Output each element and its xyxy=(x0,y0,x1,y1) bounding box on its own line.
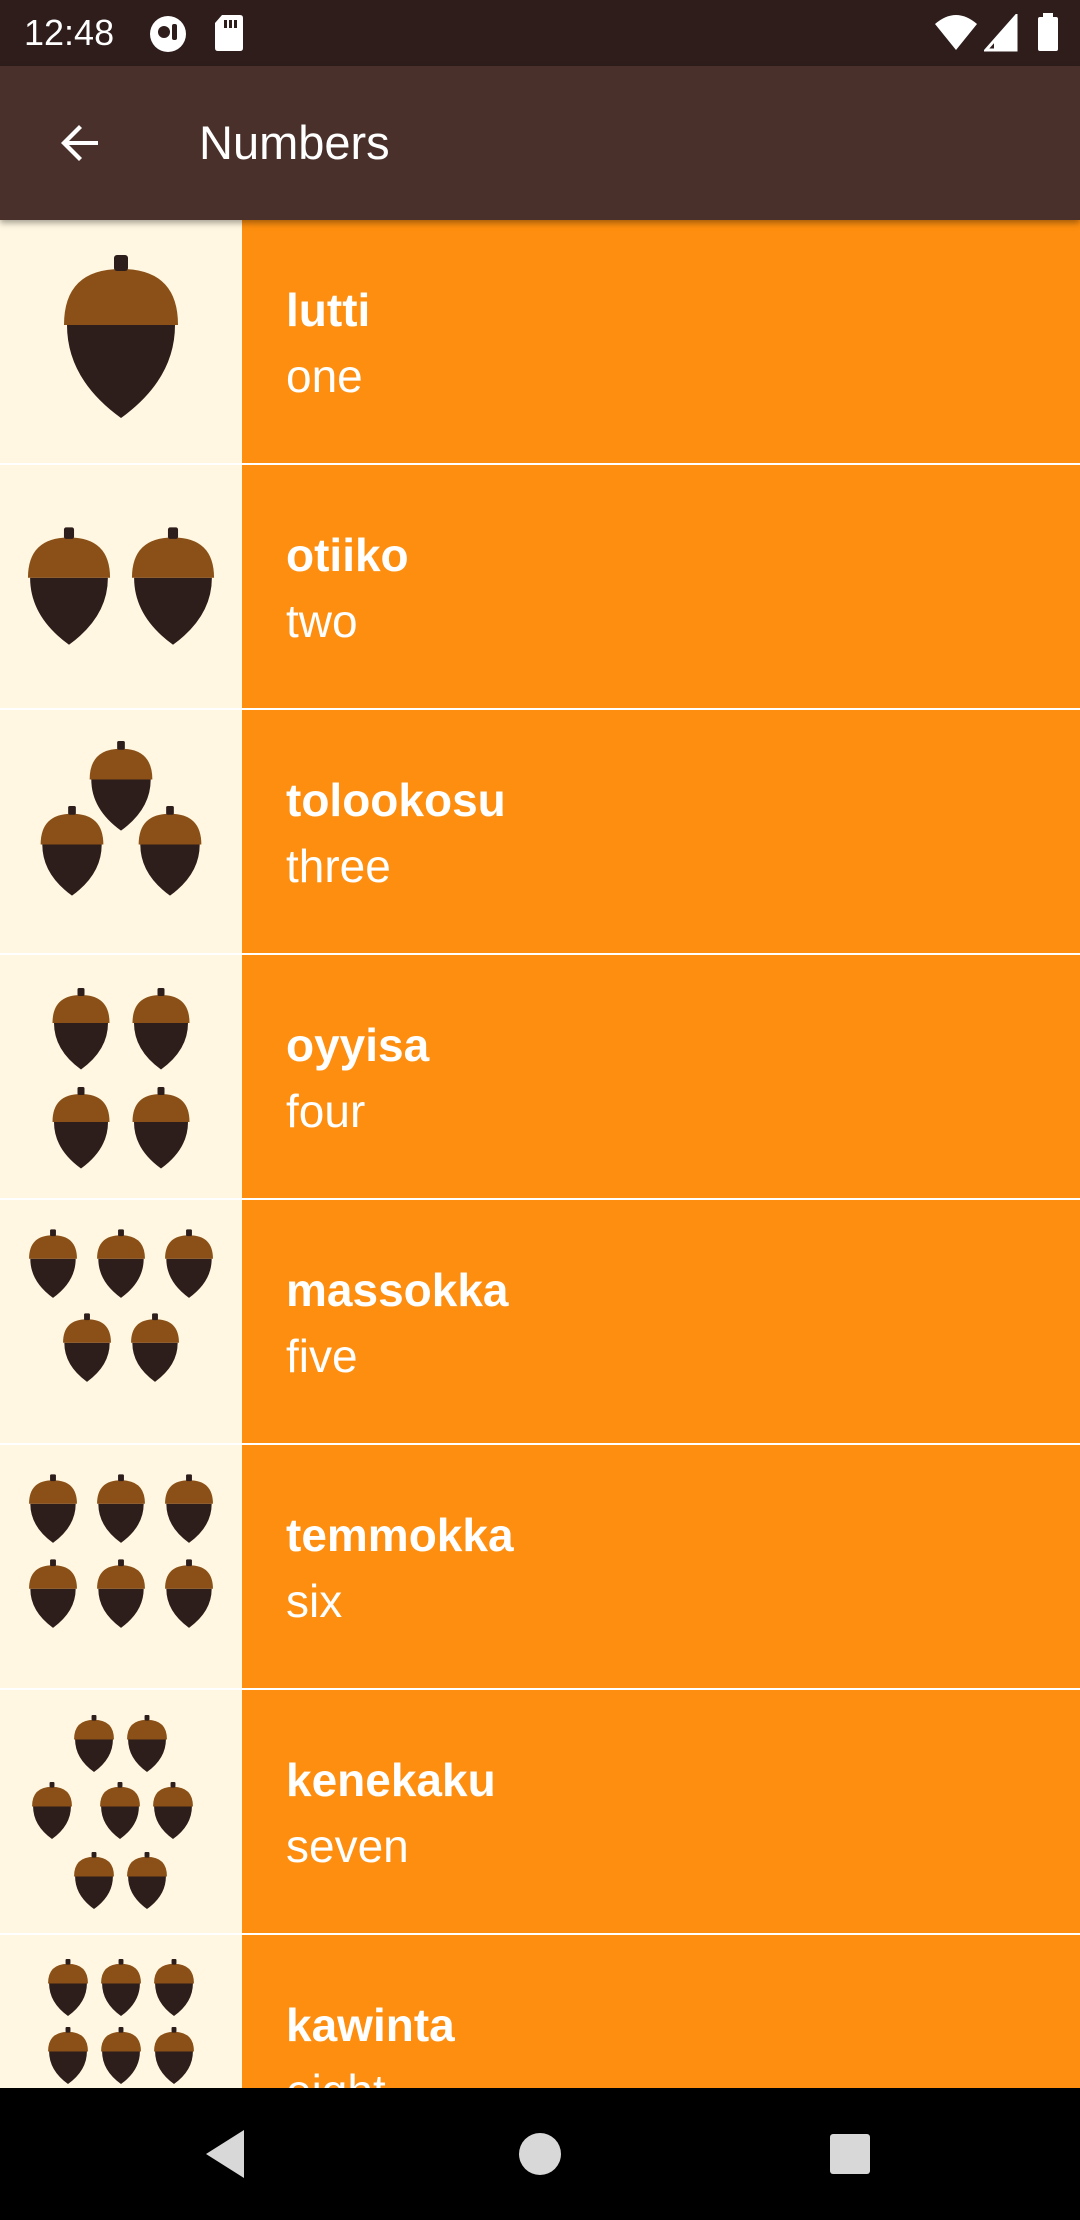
acorn-shape xyxy=(153,1782,193,1840)
acorn-shape xyxy=(63,1313,111,1382)
acorn-shape xyxy=(101,2027,141,2085)
acorn-shape xyxy=(101,1959,141,2017)
miwok-word: kenekaku xyxy=(286,1754,496,1806)
acorn-shape xyxy=(40,806,104,896)
acorn-shape xyxy=(127,1715,167,1773)
acorn-thumbnail xyxy=(0,465,242,708)
english-word: seven xyxy=(286,1820,409,1872)
app-bar: Numbers xyxy=(0,66,1080,220)
list-item-text: temmokka six xyxy=(242,1445,1080,1688)
list-item-text: kawinta eight xyxy=(242,1935,1080,2088)
photo-app-icon xyxy=(150,16,186,52)
acorn-shape xyxy=(138,806,202,896)
wifi-icon xyxy=(935,15,977,50)
list-item[interactable]: otiiko two xyxy=(0,465,1080,708)
arrow-back-icon xyxy=(61,125,98,161)
english-word: five xyxy=(286,1330,358,1382)
acorn-icon xyxy=(52,988,190,1169)
list-item[interactable]: tolookosu three xyxy=(0,710,1080,953)
acorn-shape xyxy=(89,741,153,831)
acorn-icon xyxy=(29,1474,213,1628)
sd-card-icon xyxy=(215,15,243,51)
acorn-thumbnail xyxy=(0,1445,242,1688)
list-item-text: kenekaku seven xyxy=(242,1690,1080,1933)
list-item-text: oyyisa four xyxy=(242,955,1080,1198)
status-time: 12:48 xyxy=(24,12,115,53)
acorn-shape xyxy=(165,1474,213,1543)
acorn-shape xyxy=(132,988,190,1070)
miwok-word: oyyisa xyxy=(286,1019,430,1071)
home-circle-icon[interactable] xyxy=(510,2124,570,2184)
acorn-icon xyxy=(32,1715,193,1910)
miwok-word: tolookosu xyxy=(286,774,506,826)
acorn-thumbnail xyxy=(0,220,242,463)
acorn-shape xyxy=(165,1559,213,1628)
acorn-thumbnail xyxy=(0,1200,242,1443)
recents-square-icon[interactable] xyxy=(820,2124,880,2184)
english-word: six xyxy=(286,1575,343,1627)
back-button[interactable] xyxy=(40,103,120,183)
acorn-shape xyxy=(74,1852,114,1910)
acorn-thumbnail xyxy=(0,955,242,1198)
list-item[interactable]: kenekaku seven xyxy=(0,1690,1080,1933)
miwok-word: temmokka xyxy=(286,1509,514,1561)
english-word: four xyxy=(286,1085,366,1137)
acorn-icon xyxy=(29,1229,213,1382)
acorn-shape xyxy=(27,527,111,645)
acorn-thumbnail xyxy=(0,1935,242,2088)
acorn-shape xyxy=(29,1474,77,1543)
status-bar: 12:48 xyxy=(0,0,1080,66)
acorn-shape xyxy=(48,2027,88,2085)
miwok-word: massokka xyxy=(286,1264,509,1316)
acorn-shape xyxy=(52,988,110,1070)
list-item-text: tolookosu three xyxy=(242,710,1080,953)
battery-icon xyxy=(1038,13,1058,51)
miwok-word: otiiko xyxy=(286,529,409,581)
miwok-word: kawinta xyxy=(286,1999,455,2051)
acorn-shape xyxy=(64,255,178,418)
list-item-text: otiiko two xyxy=(242,465,1080,708)
list-item[interactable]: temmokka six xyxy=(0,1445,1080,1688)
acorn-shape xyxy=(97,1559,145,1628)
page-title: Numbers xyxy=(199,116,390,169)
acorn-thumbnail xyxy=(0,710,242,953)
acorn-shape xyxy=(48,1959,88,2017)
acorn-shape xyxy=(29,1559,77,1628)
acorn-icon xyxy=(64,255,178,418)
list-item-text: lutti one xyxy=(242,220,1080,463)
list-item[interactable]: oyyisa four xyxy=(0,955,1080,1198)
acorn-shape xyxy=(32,1782,72,1840)
acorn-thumbnail xyxy=(0,1690,242,1933)
english-word: one xyxy=(286,350,363,402)
acorn-shape xyxy=(97,1229,145,1298)
acorn-shape xyxy=(154,1959,194,2017)
acorn-shape xyxy=(29,1229,77,1298)
acorn-shape xyxy=(127,1852,167,1910)
acorn-shape xyxy=(165,1229,213,1298)
acorn-shape xyxy=(74,1715,114,1773)
acorn-shape xyxy=(131,527,215,645)
miwok-word: lutti xyxy=(286,284,371,336)
back-triangle-icon[interactable] xyxy=(198,2124,258,2184)
acorn-shape xyxy=(52,1087,110,1169)
list-item[interactable]: massokka five xyxy=(0,1200,1080,1443)
acorn-shape xyxy=(132,1087,190,1169)
list-item[interactable]: kawinta eight xyxy=(0,1935,1080,2088)
acorn-shape xyxy=(131,1313,179,1382)
word-list[interactable]: lutti one otiiko two tolookosu three oyy… xyxy=(0,220,1080,2088)
acorn-icon xyxy=(27,527,215,645)
english-word: three xyxy=(286,840,391,892)
list-item[interactable]: lutti one xyxy=(0,220,1080,463)
acorn-shape xyxy=(100,1782,140,1840)
english-word: two xyxy=(286,595,358,647)
acorn-icon xyxy=(48,1959,194,2085)
acorn-icon xyxy=(40,741,202,896)
list-item-text: massokka five xyxy=(242,1200,1080,1443)
acorn-shape xyxy=(97,1474,145,1543)
english-word: eight xyxy=(286,2063,386,2088)
acorn-shape xyxy=(154,2027,194,2085)
cell-signal-icon xyxy=(984,14,1018,52)
navigation-bar xyxy=(0,2088,1080,2220)
